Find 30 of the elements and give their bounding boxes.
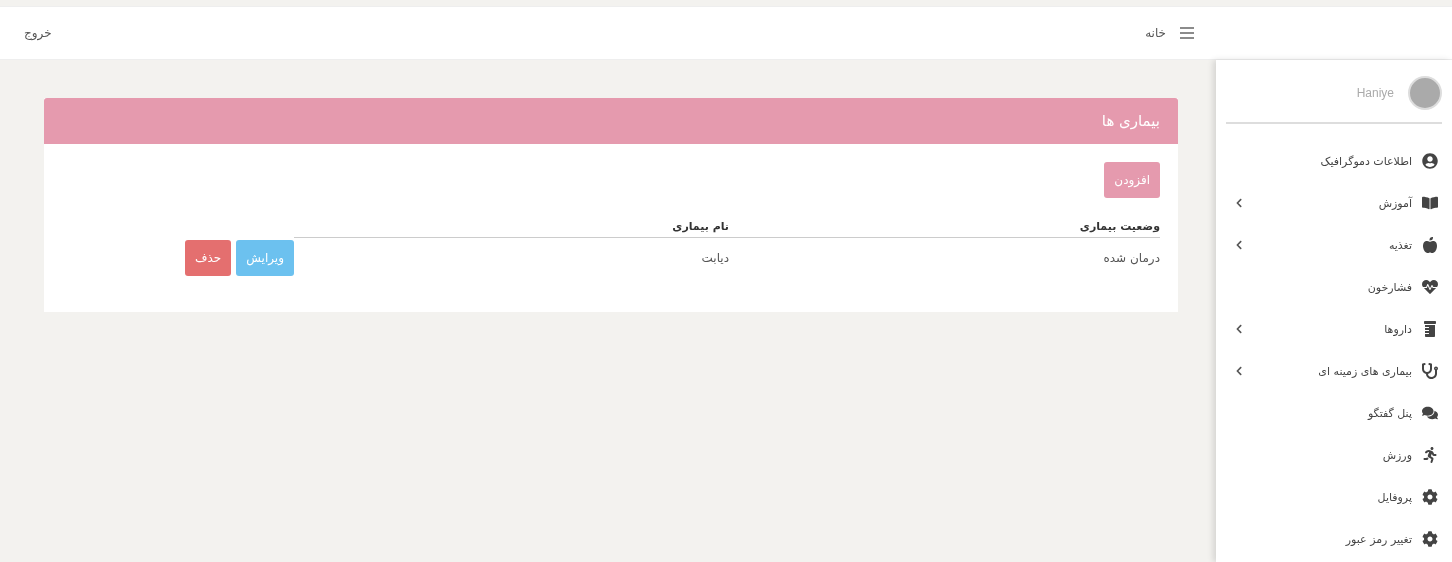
sidebar-item[interactable]: تغذیه (1226, 224, 1442, 266)
sidebar-item[interactable]: بیماری های زمینه ای (1226, 350, 1442, 392)
sidebar-item[interactable]: فشارخون (1226, 266, 1442, 308)
sidebar-item[interactable]: داروها (1226, 308, 1442, 350)
stethoscope-icon (1422, 363, 1438, 379)
logout-link[interactable]: خروج (24, 26, 52, 40)
heartbeat-icon (1422, 279, 1438, 295)
user-name: Haniye (1356, 86, 1394, 100)
chat-icon (1422, 405, 1438, 421)
sidebar-item[interactable]: پنل گفتگو (1226, 392, 1442, 434)
column-header: وضعیت بیماری (1078, 220, 1160, 233)
settings-icon (1422, 489, 1438, 505)
table-cell-text: درمان شده (1102, 251, 1160, 265)
table-cell-text: دیابت (700, 251, 729, 265)
panel-title: بیماری ها (1101, 112, 1160, 130)
pill-bottle-icon (1422, 321, 1438, 337)
sidebar-item[interactable]: ورزش (1226, 434, 1442, 476)
sidebar-item[interactable]: تغییر رمز عبور (1226, 518, 1442, 560)
book-icon (1422, 195, 1438, 211)
user-icon (1422, 153, 1438, 169)
avatar (1408, 76, 1442, 110)
sidebar-item[interactable]: اطلاعات دموگرافیک (1226, 140, 1442, 182)
running-icon (1422, 447, 1438, 463)
menu-icon[interactable] (1180, 27, 1194, 39)
sidebar-item[interactable]: پروفایل (1226, 476, 1442, 518)
column-header: نام بیماری (671, 220, 729, 233)
sidebar-item[interactable]: آموزش (1226, 182, 1442, 224)
home-link[interactable]: خانه (1145, 26, 1166, 40)
apple-icon (1422, 237, 1438, 253)
settings-icon (1422, 531, 1438, 547)
